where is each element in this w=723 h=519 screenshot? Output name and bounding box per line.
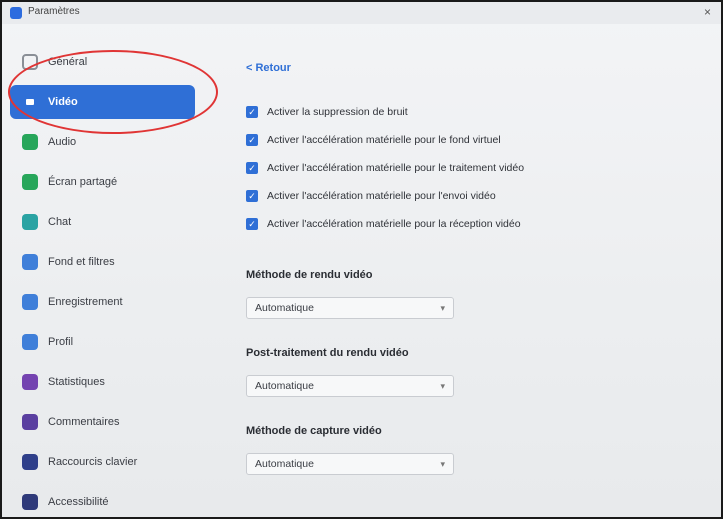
sidebar-item-label: Audio (48, 136, 77, 148)
render-method-select[interactable]: Automatique ▾ (246, 297, 454, 319)
sidebar-item-label: Chat (48, 216, 72, 228)
checkbox-row-noise-suppression[interactable]: ✓ Activer la suppression de bruit (246, 98, 696, 126)
settings-window: Paramètres × Général Vidéo Audio Écran p… (0, 0, 723, 519)
checkbox[interactable]: ✓ (246, 190, 258, 202)
select-value: Automatique (255, 302, 314, 314)
checkbox-row-hw-video-send[interactable]: ✓ Activer l'accélération matérielle pour… (246, 182, 696, 210)
video-settings-panel: < Retour ✓ Activer la suppression de bru… (246, 58, 696, 475)
background-filter-icon (22, 254, 38, 270)
select-value: Automatique (255, 380, 314, 392)
checkbox-label: Activer l'accélération matérielle pour l… (267, 218, 521, 230)
title-bar: Paramètres × (2, 2, 721, 24)
chevron-down-icon: ▾ (440, 302, 445, 313)
sidebar-item-label: Commentaires (48, 416, 120, 428)
keyboard-icon (22, 454, 38, 470)
sidebar-item-label: Statistiques (48, 376, 105, 388)
capture-method-select[interactable]: Automatique ▾ (246, 453, 454, 475)
share-screen-icon (22, 174, 38, 190)
chevron-down-icon: ▾ (440, 458, 445, 469)
sidebar-item-profile[interactable]: Profil (10, 322, 195, 362)
checkbox-label: Activer la suppression de bruit (267, 106, 408, 118)
accessibility-icon (22, 494, 38, 510)
sidebar-item-background-filters[interactable]: Fond et filtres (10, 242, 195, 282)
checkbox-row-hw-video-receive[interactable]: ✓ Activer l'accélération matérielle pour… (246, 210, 696, 238)
sidebar-item-label: Fond et filtres (48, 256, 115, 268)
chevron-down-icon: ▾ (440, 380, 445, 391)
sidebar-item-statistics[interactable]: Statistiques (10, 362, 195, 402)
headphones-icon (22, 134, 38, 150)
checkbox[interactable]: ✓ (246, 106, 258, 118)
app-logo-icon (10, 7, 22, 19)
post-processing-select[interactable]: Automatique ▾ (246, 375, 454, 397)
checkbox-label: Activer l'accélération matérielle pour l… (267, 134, 501, 146)
statistics-chart-icon (22, 374, 38, 390)
back-link[interactable]: < Retour (246, 62, 291, 74)
sidebar-item-chat[interactable]: Chat (10, 202, 195, 242)
feedback-icon (22, 414, 38, 430)
sidebar-item-feedback[interactable]: Commentaires (10, 402, 195, 442)
record-icon (22, 294, 38, 310)
checkbox[interactable]: ✓ (246, 162, 258, 174)
checkbox-row-hw-virtual-bg[interactable]: ✓ Activer l'accélération matérielle pour… (246, 126, 696, 154)
sidebar-item-label: Écran partagé (48, 176, 118, 188)
profile-icon (22, 334, 38, 350)
chat-bubble-icon (22, 214, 38, 230)
sidebar-item-label: Enregistrement (48, 296, 123, 308)
select-value: Automatique (255, 458, 314, 470)
post-processing-section: Post-traitement du rendu vidéo Automatiq… (246, 347, 696, 397)
checkbox-label: Activer l'accélération matérielle pour l… (267, 190, 496, 202)
close-icon[interactable]: × (704, 5, 711, 19)
post-processing-title: Post-traitement du rendu vidéo (246, 347, 409, 359)
checkbox-row-hw-video-processing[interactable]: ✓ Activer l'accélération matérielle pour… (246, 154, 696, 182)
checkbox-list: ✓ Activer la suppression de bruit ✓ Acti… (246, 98, 696, 238)
sidebar-item-keyboard-shortcuts[interactable]: Raccourcis clavier (10, 442, 195, 482)
render-method-section: Méthode de rendu vidéo Automatique ▾ (246, 269, 696, 319)
render-method-title: Méthode de rendu vidéo (246, 269, 373, 281)
capture-method-title: Méthode de capture vidéo (246, 425, 382, 437)
sidebar-item-accessibility[interactable]: Accessibilité (10, 482, 195, 517)
sidebar-item-label: Profil (48, 336, 74, 348)
sidebar-item-label: Raccourcis clavier (48, 456, 138, 468)
checkbox-label: Activer l'accélération matérielle pour l… (267, 162, 525, 174)
window-title: Paramètres (28, 6, 80, 17)
sidebar-item-share-screen[interactable]: Écran partagé (10, 162, 195, 202)
capture-method-section: Méthode de capture vidéo Automatique ▾ (246, 425, 696, 475)
checkbox[interactable]: ✓ (246, 218, 258, 230)
checkbox[interactable]: ✓ (246, 134, 258, 146)
sidebar-item-recording[interactable]: Enregistrement (10, 282, 195, 322)
sidebar-item-label: Accessibilité (48, 496, 109, 508)
red-annotation-circle (8, 50, 218, 134)
